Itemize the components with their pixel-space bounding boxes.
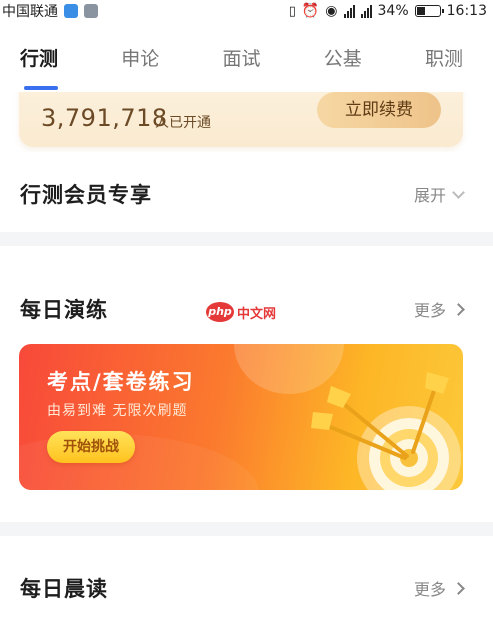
php-logo: php	[206, 302, 234, 322]
more-label: 更多	[413, 301, 446, 320]
vip-subscriber-label: 人已开通	[155, 115, 211, 131]
php-watermark: php 中文网	[206, 302, 276, 322]
vibrate-icon: ▯	[288, 3, 296, 19]
daily-reading-more-link[interactable]: 更多	[413, 576, 465, 600]
chevron-down-icon	[452, 185, 465, 199]
daily-practice-more-link[interactable]: 更多	[413, 297, 465, 321]
battery-percent: 34%	[377, 3, 409, 19]
signal-2-icon	[360, 4, 372, 18]
expand-label: 展开	[413, 186, 446, 205]
tab-gongji[interactable]: 公基	[324, 44, 362, 71]
tab-shenlun[interactable]: 申论	[121, 44, 159, 71]
vip-banner-viewport: 3,791,718 人已开通 立即续费	[0, 92, 493, 152]
vip-banner: 3,791,718 人已开通 立即续费	[19, 92, 463, 147]
notification-app-icon	[64, 4, 78, 18]
tab-mianshi[interactable]: 面试	[222, 44, 260, 71]
status-left: 中国联通	[2, 1, 98, 21]
practice-card-subtitle: 由易到难 无限次刷题	[47, 403, 188, 419]
carrier-label: 中国联通	[2, 4, 58, 20]
target-arrows-icon	[311, 372, 461, 490]
chevron-right-icon-2	[452, 581, 465, 595]
eye-icon: ◉	[325, 3, 338, 19]
daily-practice-title: 每日演练	[20, 298, 108, 322]
vip-subscriber-count: 3,791,718	[41, 104, 168, 132]
tab-zhice[interactable]: 职测	[425, 44, 463, 71]
daily-reading-header: 每日晨读 更多	[0, 566, 493, 610]
start-challenge-button[interactable]: 开始挑战	[47, 431, 135, 463]
practice-card-title: 考点/套卷练习	[47, 370, 195, 394]
daily-reading-title: 每日晨读	[20, 577, 108, 601]
signal-icon	[343, 4, 355, 18]
section-divider	[0, 232, 493, 246]
member-section-header: 行测会员专享 展开	[0, 172, 493, 216]
tab-xingce[interactable]: 行测	[20, 44, 59, 90]
notification-image-icon	[84, 4, 98, 18]
status-bar: 中国联通 ▯ ⏰ ◉ 34% 16:13	[0, 0, 493, 22]
status-right: ▯ ⏰ ◉ 34% 16:13	[289, 3, 487, 19]
watermark-text: 中文网	[237, 306, 277, 322]
member-section-title: 行测会员专享	[20, 183, 152, 207]
alarm-icon: ⏰	[301, 3, 320, 19]
battery-icon	[414, 5, 444, 17]
more-label-2: 更多	[413, 580, 446, 599]
section-divider-2	[0, 522, 493, 536]
subject-tabs: 行测 申论 面试 公基 职测	[0, 44, 493, 92]
chevron-right-icon	[452, 302, 465, 316]
renew-button[interactable]: 立即续费	[317, 92, 441, 128]
expand-button[interactable]: 展开	[413, 182, 465, 206]
clock: 16:13	[446, 3, 487, 19]
practice-card[interactable]: 考点/套卷练习 由易到难 无限次刷题 开始挑战	[19, 344, 463, 490]
